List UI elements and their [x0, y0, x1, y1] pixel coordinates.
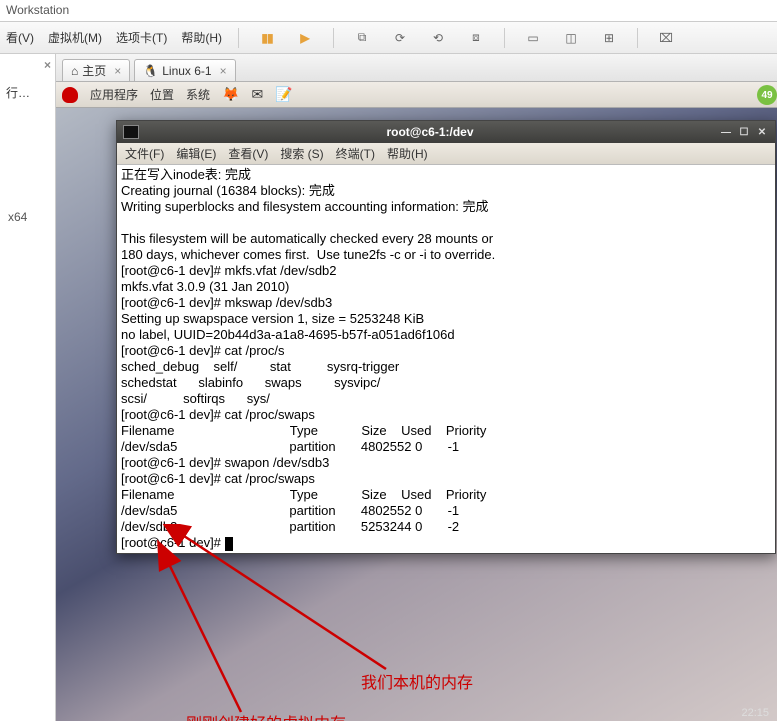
- guest-menu-apps[interactable]: 应用程序: [90, 86, 138, 103]
- panel-x64-label: x64: [8, 210, 27, 224]
- linux-icon: 🐧: [143, 64, 158, 78]
- unity-button[interactable]: ◫: [559, 28, 583, 48]
- annotation-swap-memory: 刚刚创建好的虚拟内存: [186, 710, 346, 721]
- tab-close-icon[interactable]: ×: [220, 64, 227, 78]
- tab-label: 主页: [82, 62, 106, 79]
- update-badge[interactable]: 49: [757, 85, 777, 105]
- menu-help[interactable]: 帮助(H): [181, 29, 222, 46]
- firefox-icon[interactable]: 🦊: [222, 86, 239, 103]
- term-menu-search[interactable]: 搜索 (S): [280, 145, 323, 162]
- guest-menu-places[interactable]: 位置: [150, 86, 174, 103]
- app-titlebar: Workstation: [0, 0, 777, 22]
- menu-view[interactable]: 看(V): [6, 29, 34, 46]
- terminal-prompt: [root@c6-1 dev]#: [121, 535, 225, 550]
- note-icon[interactable]: 📝: [275, 86, 292, 103]
- app-menubar: 看(V) 虚拟机(M) 选项卡(T) 帮助(H) ▮▮ ▶ ⧉ ⟳ ⟲ ⧈ ▭ …: [0, 22, 777, 54]
- main-row: × 行… x64 ⌂ 主页 × 🐧 Linux 6-1 × 应用程序 位置 系统…: [0, 54, 777, 721]
- term-menu-terminal[interactable]: 终端(T): [336, 145, 375, 162]
- vm-tabstrip: ⌂ 主页 × 🐧 Linux 6-1 ×: [56, 54, 777, 82]
- tab-label: Linux 6-1: [162, 64, 211, 78]
- terminal-titlebar[interactable]: root@c6-1:/dev — ☐ ✕: [117, 121, 775, 143]
- home-icon: ⌂: [71, 64, 78, 78]
- mail-icon[interactable]: ✉: [251, 86, 263, 103]
- terminal-output: 正在写入inode表: 完成 Creating journal (16384 b…: [121, 167, 495, 534]
- separator: [637, 28, 638, 48]
- vm-viewport: ⌂ 主页 × 🐧 Linux 6-1 × 应用程序 位置 系统 🦊 ✉ 📝 49: [56, 54, 777, 721]
- term-menu-view[interactable]: 查看(V): [228, 145, 268, 162]
- term-menu-edit[interactable]: 编辑(E): [176, 145, 216, 162]
- term-menu-help[interactable]: 帮助(H): [387, 145, 428, 162]
- terminal-icon: [123, 125, 139, 139]
- cursor: [225, 537, 233, 551]
- fullscreen-button[interactable]: ▭: [521, 28, 545, 48]
- app-title: Workstation: [6, 3, 69, 17]
- separator: [504, 28, 505, 48]
- library-panel: × 行… x64: [0, 54, 56, 721]
- terminal-menubar: 文件(F) 编辑(E) 查看(V) 搜索 (S) 终端(T) 帮助(H): [117, 143, 775, 165]
- tab-close-icon[interactable]: ×: [114, 64, 121, 78]
- tab-home[interactable]: ⌂ 主页 ×: [62, 59, 130, 81]
- close-button[interactable]: ✕: [755, 125, 769, 139]
- term-menu-file[interactable]: 文件(F): [125, 145, 164, 162]
- snapshot-button[interactable]: ⧉: [350, 28, 374, 48]
- panel-close-icon[interactable]: ×: [44, 58, 51, 72]
- separator: [333, 28, 334, 48]
- panel-line: 行…: [6, 84, 30, 101]
- clock: 22:15: [741, 707, 769, 719]
- guest-menu-system[interactable]: 系统: [186, 86, 210, 103]
- snapshot-take-button[interactable]: ⟳: [388, 28, 412, 48]
- snapshot-manage-button[interactable]: ⧈: [464, 28, 488, 48]
- snapshot-revert-button[interactable]: ⟲: [426, 28, 450, 48]
- menu-tabs[interactable]: 选项卡(T): [116, 29, 167, 46]
- console-button[interactable]: ⌧: [654, 28, 678, 48]
- maximize-button[interactable]: ☐: [737, 125, 751, 139]
- tab-linux[interactable]: 🐧 Linux 6-1 ×: [134, 59, 235, 81]
- guest-menubar: 应用程序 位置 系统 🦊 ✉ 📝 49: [56, 82, 777, 108]
- minimize-button[interactable]: —: [719, 125, 733, 139]
- menu-vm[interactable]: 虚拟机(M): [48, 29, 102, 46]
- redhat-icon[interactable]: [62, 87, 78, 103]
- annotation-host-memory: 我们本机的内存: [361, 669, 473, 693]
- thumbnail-button[interactable]: ⊞: [597, 28, 621, 48]
- play-button[interactable]: ▶: [293, 28, 317, 48]
- separator: [238, 28, 239, 48]
- terminal-window: root@c6-1:/dev — ☐ ✕ 文件(F) 编辑(E) 查看(V) 搜…: [116, 120, 776, 554]
- terminal-body[interactable]: 正在写入inode表: 完成 Creating journal (16384 b…: [117, 165, 775, 553]
- terminal-title: root@c6-1:/dev: [145, 125, 715, 139]
- pause-button[interactable]: ▮▮: [255, 28, 279, 48]
